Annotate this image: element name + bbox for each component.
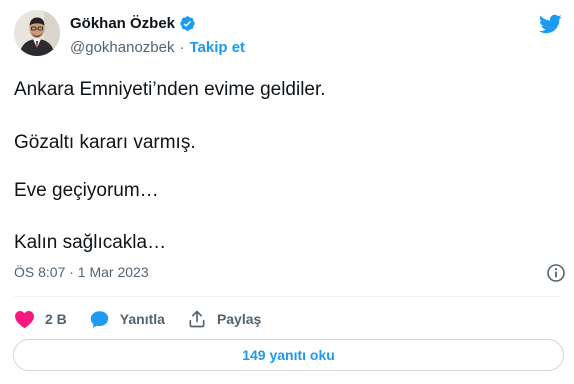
twitter-bird-icon[interactable] — [538, 12, 562, 36]
share-label: Paylaş — [216, 311, 262, 327]
verified-badge-icon — [179, 15, 196, 32]
tweet-timestamp[interactable]: ÖS 8:07 · 1 Mar 2023 — [14, 264, 149, 280]
share-icon — [189, 310, 205, 328]
author-name-row: Gökhan Özbek — [70, 14, 245, 32]
tweet-line: Eve geçiyorum… — [14, 180, 159, 201]
heart-icon — [15, 310, 34, 329]
author-handle[interactable]: @gokhanozbek — [70, 39, 174, 56]
divider — [14, 296, 560, 297]
info-icon[interactable] — [546, 263, 566, 283]
follow-button[interactable]: Takip et — [189, 39, 245, 56]
reply-button[interactable]: Yanıtla — [89, 309, 165, 330]
reply-label: Yanıtla — [119, 311, 165, 327]
read-replies-button[interactable]: 149 yanıtı oku — [13, 339, 564, 371]
tweet-line: Kalın sağlıcakla… — [14, 232, 167, 253]
like-button[interactable]: 2 B — [14, 309, 67, 329]
author-block: Gökhan Özbek @gokhanozbek · Takip et — [70, 14, 245, 56]
share-button[interactable]: Paylaş — [187, 309, 261, 329]
reply-bubble-icon — [90, 310, 109, 328]
avatar[interactable] — [14, 10, 60, 56]
avatar-photo — [14, 10, 60, 56]
tweet-line: Gözaltı kararı varmış. — [14, 132, 196, 153]
separator-dot: · — [179, 38, 185, 56]
tweet-actions: 2 B Yanıtla Paylaş — [14, 307, 283, 331]
tweet-card: Gökhan Özbek @gokhanozbek · Takip et Ank… — [0, 0, 574, 384]
handle-row: @gokhanozbek · Takip et — [70, 38, 245, 56]
tweet-line: Ankara Emniyeti’nden evime geldiler. — [14, 79, 326, 100]
like-count: 2 B — [45, 311, 67, 327]
author-name[interactable]: Gökhan Özbek — [70, 15, 175, 32]
